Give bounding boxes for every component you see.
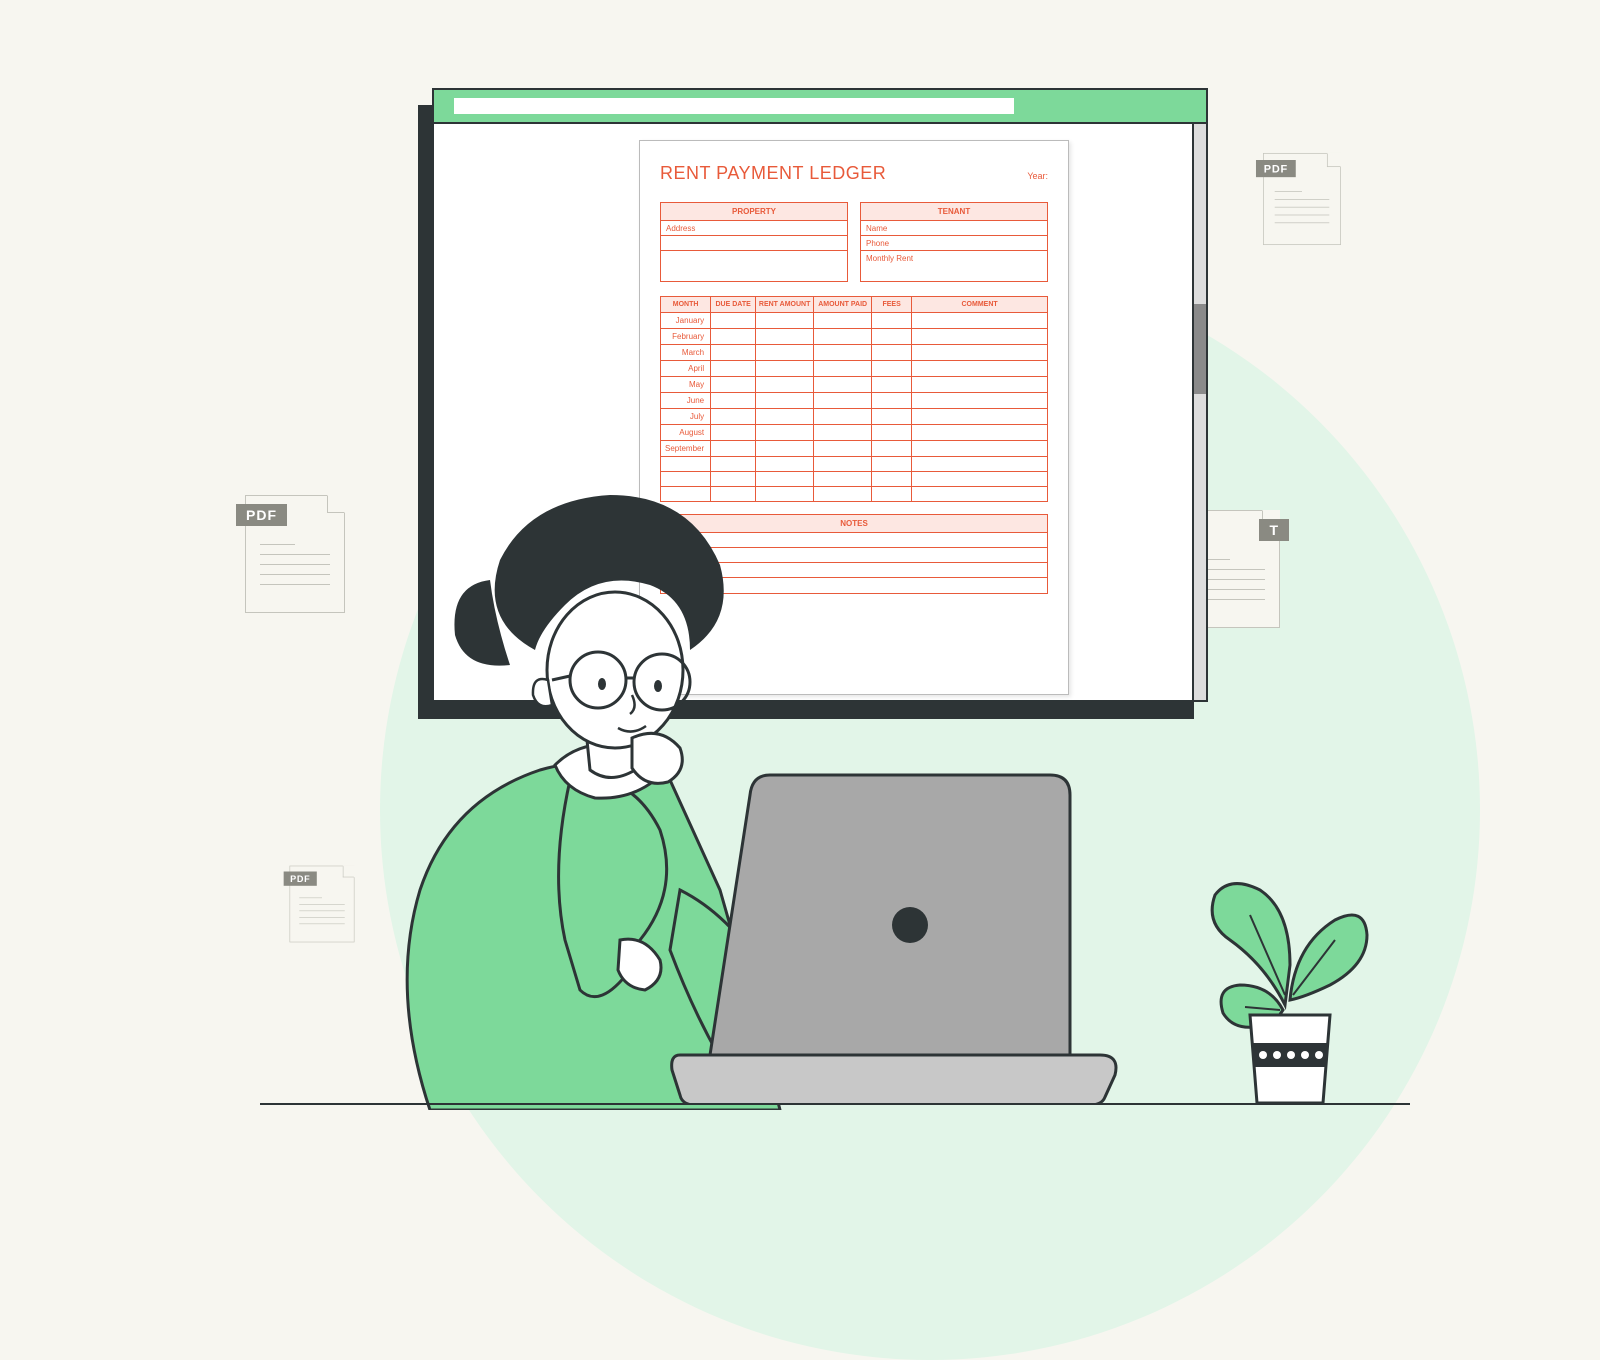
month-cell: June <box>661 393 711 409</box>
pdf-icon: PDF <box>1263 153 1341 245</box>
col-header: DUE DATE <box>711 297 756 313</box>
property-field-blank <box>661 236 847 251</box>
document-title: RENT PAYMENT LEDGER <box>660 163 886 184</box>
tenant-header: TENANT <box>861 203 1047 221</box>
table-row: May <box>661 377 1048 393</box>
col-header: MONTH <box>661 297 711 313</box>
month-cell: May <box>661 377 711 393</box>
table-row: February <box>661 329 1048 345</box>
scrollbar[interactable] <box>1192 124 1206 700</box>
property-field: Address <box>661 221 847 236</box>
table-row: August <box>661 425 1048 441</box>
month-cell: August <box>661 425 711 441</box>
col-header: FEES <box>872 297 912 313</box>
table-row: March <box>661 345 1048 361</box>
col-header: AMOUNT PAID <box>814 297 872 313</box>
laptop-illustration <box>650 765 1130 1105</box>
month-cell: February <box>661 329 711 345</box>
month-cell: July <box>661 409 711 425</box>
table-row: January <box>661 313 1048 329</box>
table-row: September <box>661 441 1048 457</box>
property-header: PROPERTY <box>661 203 847 221</box>
property-box: PROPERTY Address <box>660 202 848 282</box>
tenant-field: Phone <box>861 236 1047 251</box>
tenant-box: TENANT Name Phone Monthly Rent <box>860 202 1048 282</box>
pdf-badge-label: T <box>1259 519 1289 541</box>
pdf-icon: PDF <box>290 866 355 943</box>
property-field-blank <box>661 251 847 281</box>
tenant-field: Name <box>861 221 1047 236</box>
month-cell: March <box>661 345 711 361</box>
month-cell: January <box>661 313 711 329</box>
pdf-badge-label: PDF <box>284 872 317 886</box>
desk-baseline <box>260 1103 1410 1105</box>
scrollbar-thumb[interactable] <box>1194 304 1206 394</box>
month-cell: April <box>661 361 711 377</box>
table-header-row: MONTH DUE DATE RENT AMOUNT AMOUNT PAID F… <box>661 297 1048 313</box>
pdf-badge-label: PDF <box>236 504 287 526</box>
table-row: July <box>661 409 1048 425</box>
pdf-badge-label: PDF <box>1256 160 1296 177</box>
address-bar[interactable] <box>454 98 1014 114</box>
table-row: April <box>661 361 1048 377</box>
table-row: June <box>661 393 1048 409</box>
plant-illustration <box>1195 845 1375 1105</box>
col-header: RENT AMOUNT <box>756 297 814 313</box>
month-cell: September <box>661 441 711 457</box>
browser-title-bar <box>434 90 1206 124</box>
year-label: Year: <box>1027 171 1048 181</box>
tenant-field: Monthly Rent <box>861 251 1047 266</box>
pdf-icon: PDF <box>245 495 345 613</box>
col-header: COMMENT <box>912 297 1048 313</box>
